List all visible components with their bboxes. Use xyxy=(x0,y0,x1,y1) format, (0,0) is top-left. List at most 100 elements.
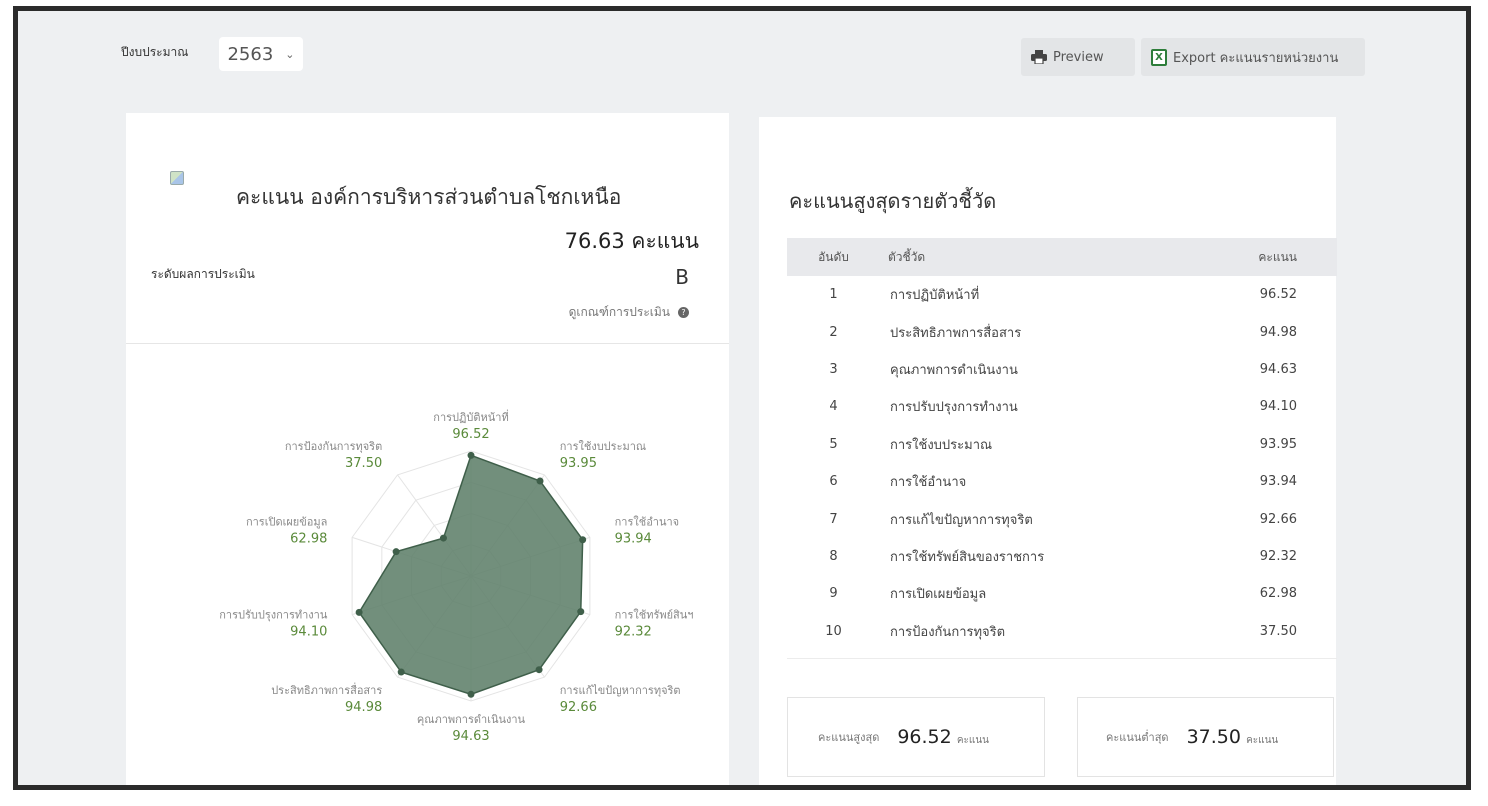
max-score-box: คะแนนสูงสุด 96.52 คะแนน xyxy=(787,697,1045,777)
table-header: อันดับ ตัวชี้วัด คะแนน xyxy=(787,238,1337,276)
criteria-link-label: ดูเกณฑ์การประเมิน xyxy=(568,305,670,319)
level-label: ระดับผลการประเมิน xyxy=(151,267,255,281)
score-cell: 92.32 xyxy=(1259,548,1297,564)
table-row: 4 การปรับปรุงการทำงาน 94.10 xyxy=(787,388,1337,425)
radar-axis-label: การปรับปรุงการทำงาน xyxy=(219,609,328,622)
score-cell: 93.94 xyxy=(1259,474,1297,490)
radar-value-label: 92.32 xyxy=(615,625,652,640)
radar-axis-label: การป้องกันการทุจริต xyxy=(285,440,382,453)
score-cell: 62.98 xyxy=(1259,586,1297,602)
rank-cell: 3 xyxy=(829,361,838,377)
table-row: 7 การแก้ไขปัญหาการทุจริต 92.66 xyxy=(787,500,1337,537)
rank-cell: 1 xyxy=(829,287,838,303)
broken-image-icon xyxy=(170,171,184,185)
indicator-cell: การใช้งบประมาณ xyxy=(890,437,993,453)
score-cell: 93.95 xyxy=(1259,436,1297,452)
rank-cell: 2 xyxy=(829,324,838,340)
table-bottom-border xyxy=(787,658,1337,659)
radar-point xyxy=(535,666,543,674)
radar-axis-label: การใช้อำนาจ xyxy=(615,515,680,528)
export-label: Export คะแนนรายหน่วยงาน xyxy=(1173,50,1339,66)
indicator-cell: การใช้ทรัพย์สินของราชการ xyxy=(890,549,1045,565)
min-score-label: คะแนนต่ำสุด xyxy=(1106,731,1169,744)
radar-point xyxy=(577,608,585,616)
table-body: 1 การปฏิบัติหน้าที่ 96.52 2 ประสิทธิภาพการสื… xyxy=(787,276,1337,650)
radar-value-label: 93.94 xyxy=(615,531,652,546)
score-cell: 37.50 xyxy=(1259,623,1297,639)
year-select[interactable]: 2563 ⌄ xyxy=(219,37,303,71)
radar-value-label: 93.95 xyxy=(560,456,597,471)
radar-axis-label: การแก้ไขปัญหาการทุจริต xyxy=(560,684,681,697)
excel-icon: X xyxy=(1151,48,1167,66)
indicator-cell: การปฏิบัติหน้าที่ xyxy=(890,288,980,304)
top-indicators-card: คะแนนสูงสุดรายตัวชี้วัด อันดับ ตัวชี้วัด… xyxy=(759,117,1337,785)
table-row: 3 คุณภาพการดำเนินงาน 94.63 xyxy=(787,351,1337,388)
radar-value-label: 94.63 xyxy=(452,729,489,744)
rank-cell: 10 xyxy=(825,623,842,639)
radar-point xyxy=(397,668,405,676)
score-cell: 94.10 xyxy=(1259,399,1297,415)
total-score: 76.63 คะแนน xyxy=(564,229,699,253)
min-score-box: คะแนนต่ำสุด 37.50 คะแนน xyxy=(1077,697,1334,777)
radar-area xyxy=(358,454,584,696)
preview-button[interactable]: Preview xyxy=(1021,38,1135,76)
max-score-unit: คะแนน xyxy=(956,735,990,746)
score-cell: 94.63 xyxy=(1259,361,1297,377)
dashboard-frame: ปีงบประมาณ 2563 ⌄ Preview X Export คะแนน… xyxy=(13,6,1471,790)
radar-point xyxy=(439,534,447,542)
preview-label: Preview xyxy=(1053,49,1104,65)
indicator-cell: ประสิทธิภาพการสื่อสาร xyxy=(890,325,1022,341)
radar-point xyxy=(536,477,544,485)
score-card: คะแนน องค์การบริหารส่วนตำบลโชกเหนือ 76.6… xyxy=(126,113,729,785)
radar-axis-label: การใช้งบประมาณ xyxy=(560,440,646,453)
radar-axis-label: คุณภาพการดำเนินงาน xyxy=(417,713,526,726)
radar-chart: การปฏิบัติหน้าที่ 96.52 การใช้งบประมาณ 93.9… xyxy=(219,409,694,744)
radar-axis-label: การเปิดเผยข้อมูล xyxy=(246,515,327,528)
radar-point xyxy=(467,451,475,459)
min-score-unit: คะแนน xyxy=(1246,735,1279,746)
top-indicators-title: คะแนนสูงสุดรายตัวชี้วัด xyxy=(789,189,997,213)
max-score-label: คะแนนสูงสุด xyxy=(818,731,880,744)
max-score-value: 96.52 xyxy=(897,726,952,748)
table-row: 1 การปฏิบัติหน้าที่ 96.52 xyxy=(787,276,1337,313)
header-rank: อันดับ xyxy=(818,249,849,264)
grade-value: B xyxy=(675,265,689,289)
printer-icon xyxy=(1031,50,1047,64)
organization-title: คะแนน องค์การบริหารส่วนตำบลโชกเหนือ xyxy=(236,185,622,209)
radar-value-label: 92.66 xyxy=(560,700,597,715)
rank-cell: 9 xyxy=(829,586,838,602)
indicator-cell: การเปิดเผยข้อมูล xyxy=(890,587,987,603)
score-cell: 96.52 xyxy=(1259,287,1297,303)
header-indicator: ตัวชี้วัด xyxy=(888,249,926,264)
radar-axis-label: การปฏิบัติหน้าที่ xyxy=(433,409,508,424)
radar-point xyxy=(579,536,587,544)
rank-cell: 6 xyxy=(829,474,838,490)
header-score: คะแนน xyxy=(1258,249,1297,264)
min-score-value: 37.50 xyxy=(1186,726,1241,748)
rank-cell: 4 xyxy=(829,399,838,415)
radar-value-label: 96.52 xyxy=(452,427,489,442)
radar-point xyxy=(355,608,363,616)
table-row: 8 การใช้ทรัพย์สินของราชการ 92.32 xyxy=(787,538,1337,575)
indicator-cell: การแก้ไขปัญหาการทุจริต xyxy=(890,512,1033,528)
score-cell: 94.98 xyxy=(1259,324,1297,340)
radar-value-label: 94.10 xyxy=(290,625,327,640)
export-button[interactable]: X Export คะแนนรายหน่วยงาน xyxy=(1141,38,1365,76)
indicator-table: อันดับ ตัวชี้วัด คะแนน 1 การปฏิบัติหน้าที… xyxy=(787,238,1337,650)
rank-cell: 5 xyxy=(829,436,838,452)
indicator-cell: การปรับปรุงการทำงาน xyxy=(890,400,1018,416)
radar-value-label: 94.98 xyxy=(345,700,382,715)
year-value: 2563 xyxy=(227,43,274,65)
table-row: 6 การใช้อำนาจ 93.94 xyxy=(787,463,1337,500)
indicator-cell: การป้องกันการทุจริต xyxy=(890,624,1006,640)
score-cell: 92.66 xyxy=(1259,511,1297,527)
table-row: 10 การป้องกันการทุจริต 37.50 xyxy=(787,613,1337,650)
radar-point xyxy=(392,548,400,556)
radar-axis-label: การใช้ทรัพย์สินฯ xyxy=(615,609,694,622)
radar-point xyxy=(467,690,475,698)
criteria-link[interactable]: ดูเกณฑ์การประเมิน ? xyxy=(569,303,689,322)
rank-cell: 7 xyxy=(829,511,838,527)
indicator-cell: การใช้อำนาจ xyxy=(890,475,967,491)
chevron-down-icon: ⌄ xyxy=(285,47,295,61)
table-row: 9 การเปิดเผยข้อมูล 62.98 xyxy=(787,575,1337,612)
